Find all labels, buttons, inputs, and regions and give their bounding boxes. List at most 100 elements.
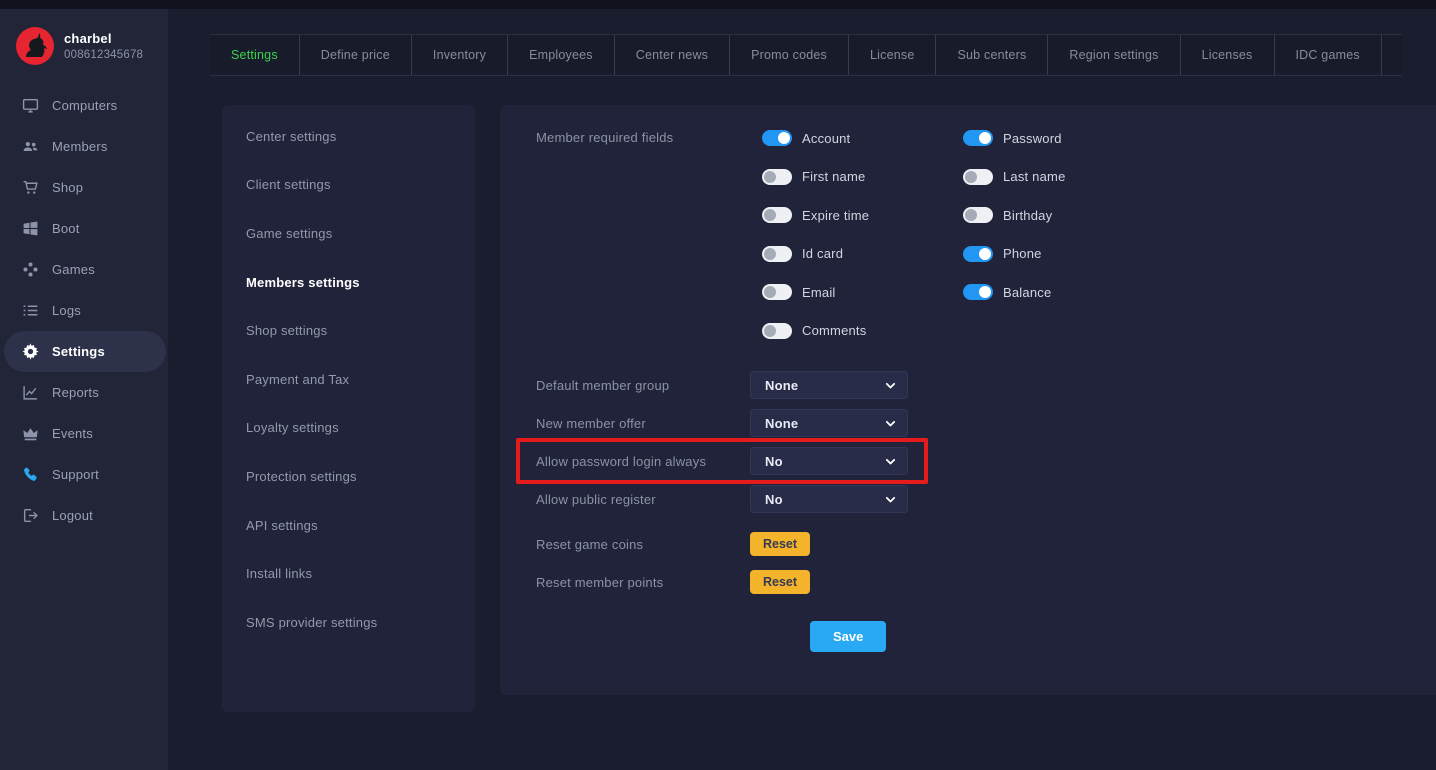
save-button[interactable]: Save — [810, 621, 886, 652]
sidebar-menu: Computers Members Shop Boot Games Logs — [0, 71, 168, 536]
toggle-switch[interactable] — [762, 130, 792, 146]
settings-nav-api-settings[interactable]: API settings — [222, 501, 475, 550]
new-member-offer-row: New member offer None — [536, 409, 1436, 437]
toggle-switch[interactable] — [963, 169, 993, 185]
cart-icon — [22, 179, 39, 196]
phone-icon — [22, 466, 39, 483]
settings-nav-payment-and-tax[interactable]: Payment and Tax — [222, 355, 475, 404]
default-member-group-select[interactable]: None — [750, 371, 908, 399]
new-member-offer-select[interactable]: None — [750, 409, 908, 437]
toggle-phone[interactable]: Phone — [963, 240, 1164, 268]
reset-game-coins-button[interactable]: Reset — [750, 532, 810, 556]
sidebar-item-label: Logs — [52, 303, 81, 318]
sidebar-item-support[interactable]: Support — [0, 454, 168, 495]
allow-public-register-select[interactable]: No — [750, 485, 908, 513]
allow-password-login-always-select[interactable]: No — [750, 447, 908, 475]
toggle-birthday[interactable]: Birthday — [963, 201, 1164, 229]
sidebar-item-label: Events — [52, 426, 93, 441]
toggle-switch[interactable] — [963, 284, 993, 300]
sidebar-item-computers[interactable]: Computers — [0, 85, 168, 126]
sidebar-item-events[interactable]: Events — [0, 413, 168, 454]
tab-licenses[interactable]: Licenses — [1181, 35, 1275, 75]
toggle-switch[interactable] — [762, 284, 792, 300]
toggle-last-name[interactable]: Last name — [963, 163, 1164, 191]
toggle-id-card[interactable]: Id card — [762, 240, 963, 268]
chevron-down-icon — [884, 417, 897, 430]
logout-icon — [22, 507, 39, 524]
sidebar-item-games[interactable]: Games — [0, 249, 168, 290]
tab-settings[interactable]: Settings — [210, 35, 300, 75]
sidebar-item-boot[interactable]: Boot — [0, 208, 168, 249]
sidebar-item-label: Shop — [52, 180, 83, 195]
reset-game-coins-row: Reset game coins Reset — [536, 532, 1436, 556]
toggle-first-name[interactable]: First name — [762, 163, 963, 191]
settings-nav-protection-settings[interactable]: Protection settings — [222, 452, 475, 501]
tab-license[interactable]: License — [849, 35, 937, 75]
sidebar: charbel 008612345678 Computers Members S… — [0, 9, 168, 770]
settings-nav-install-links[interactable]: Install links — [222, 549, 475, 598]
sidebar-item-label: Games — [52, 262, 95, 277]
sidebar-item-reports[interactable]: Reports — [0, 372, 168, 413]
settings-nav-center-settings[interactable]: Center settings — [222, 112, 475, 161]
settings-nav-client-settings[interactable]: Client settings — [222, 161, 475, 210]
members-icon — [22, 138, 39, 155]
sidebar-item-members[interactable]: Members — [0, 126, 168, 167]
toggle-email[interactable]: Email — [762, 278, 963, 306]
settings-nav-game-settings[interactable]: Game settings — [222, 209, 475, 258]
windows-icon — [22, 220, 39, 237]
settings-nav-sms-provider-settings[interactable]: SMS provider settings — [222, 598, 475, 647]
member-required-fields-row: Member required fields Account First nam… — [536, 124, 1436, 355]
toggle-comments[interactable]: Comments — [762, 317, 963, 345]
sidebar-item-label: Logout — [52, 508, 93, 523]
toggle-switch[interactable] — [963, 207, 993, 223]
chart-icon — [22, 384, 39, 401]
reset-member-points-row: Reset member points Reset — [536, 570, 1436, 594]
tab-region-settings[interactable]: Region settings — [1048, 35, 1180, 75]
tab-define-price[interactable]: Define price — [300, 35, 412, 75]
toggle-column-2: Password Last name Birthday Phone — [963, 124, 1164, 355]
toggle-switch[interactable] — [762, 246, 792, 262]
toggle-switch[interactable] — [762, 207, 792, 223]
sidebar-item-label: Members — [52, 139, 108, 154]
sidebar-item-shop[interactable]: Shop — [0, 167, 168, 208]
toggle-switch[interactable] — [963, 130, 993, 146]
allow-password-login-always-row: Allow password login always No — [536, 447, 1436, 475]
tab-center-news[interactable]: Center news — [615, 35, 730, 75]
top-strip — [0, 0, 1436, 9]
tab-inventory[interactable]: Inventory — [412, 35, 508, 75]
settings-nav: Center settings Client settings Game set… — [222, 105, 475, 712]
sidebar-item-logout[interactable]: Logout — [0, 495, 168, 536]
toggle-switch[interactable] — [762, 169, 792, 185]
sidebar-item-logs[interactable]: Logs — [0, 290, 168, 331]
default-member-group-row: Default member group None — [536, 371, 1436, 399]
sidebar-item-label: Settings — [52, 344, 105, 359]
chevron-down-icon — [884, 379, 897, 392]
settings-nav-loyalty-settings[interactable]: Loyalty settings — [222, 404, 475, 453]
user-id: 008612345678 — [64, 49, 143, 61]
gamepad-icon — [22, 261, 39, 278]
tab-bar: Settings Define price Inventory Employee… — [210, 34, 1402, 76]
chevron-down-icon — [884, 493, 897, 506]
logs-icon — [22, 302, 39, 319]
tab-idc-games[interactable]: IDC games — [1275, 35, 1382, 75]
toggle-expire-time[interactable]: Expire time — [762, 201, 963, 229]
tab-sub-centers[interactable]: Sub centers — [936, 35, 1048, 75]
sidebar-item-settings[interactable]: Settings — [4, 331, 166, 372]
settings-nav-shop-settings[interactable]: Shop settings — [222, 306, 475, 355]
settings-nav-members-settings[interactable]: Members settings — [222, 258, 475, 307]
toggle-switch[interactable] — [963, 246, 993, 262]
sidebar-item-label: Computers — [52, 98, 117, 113]
toggle-account[interactable]: Account — [762, 124, 963, 152]
reset-member-points-button[interactable]: Reset — [750, 570, 810, 594]
toggle-balance[interactable]: Balance — [963, 278, 1164, 306]
toggle-column-1: Account First name Expire time Id card — [762, 124, 963, 355]
tab-promo-codes[interactable]: Promo codes — [730, 35, 849, 75]
gear-icon — [22, 343, 39, 360]
tab-employees[interactable]: Employees — [508, 35, 615, 75]
chevron-down-icon — [884, 455, 897, 468]
sidebar-item-label: Support — [52, 467, 99, 482]
toggle-switch[interactable] — [762, 323, 792, 339]
toggle-password[interactable]: Password — [963, 124, 1164, 152]
members-settings-form: Member required fields Account First nam… — [500, 105, 1436, 695]
member-required-fields-label: Member required fields — [536, 124, 762, 355]
